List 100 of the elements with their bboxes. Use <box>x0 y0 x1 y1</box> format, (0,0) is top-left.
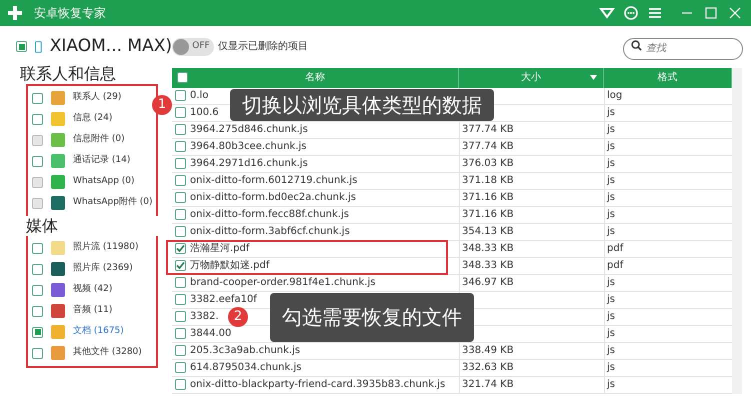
step-number: 1 <box>152 94 172 114</box>
file-size: 371.16 KB <box>462 191 514 205</box>
step-number: 2 <box>228 307 248 327</box>
row-checkbox[interactable] <box>175 362 186 373</box>
row-checkbox[interactable] <box>175 107 186 118</box>
file-name: 205.3c3a9ab.chunk.js <box>190 344 300 358</box>
column-title: 名称 <box>305 71 325 85</box>
window-title: 安卓恢复专家 <box>34 5 106 22</box>
category-checkbox[interactable] <box>32 264 43 274</box>
category-item[interactable]: 通话记录 (14) <box>32 150 152 172</box>
file-name: 614.8795034.chunk.js <box>190 361 302 375</box>
file-format: pdf <box>607 242 624 256</box>
file-size: 371.16 KB <box>462 208 514 222</box>
file-size: 338.49 KB <box>462 344 514 358</box>
category-checkbox[interactable] <box>32 156 43 166</box>
file-format: js <box>607 310 615 324</box>
file-format: js <box>607 174 615 188</box>
toggle-switch[interactable]: OFF <box>172 38 214 56</box>
category-item[interactable]: 文档 (1675) <box>32 322 152 342</box>
file-name: onix-ditto-form.fecc88f.chunk.js <box>190 208 349 222</box>
row-checkbox[interactable] <box>175 243 186 254</box>
select-all-checkbox[interactable] <box>177 72 188 83</box>
file-size: 348.33 KB <box>462 259 514 273</box>
file-name: 3964.275d846.chunk.js <box>190 123 308 137</box>
file-format: pdf <box>607 259 624 273</box>
row-checkbox[interactable] <box>175 158 186 169</box>
close-icon[interactable] <box>727 5 743 21</box>
search-field[interactable]: 查找 <box>623 38 743 60</box>
file-name: 3382. <box>190 310 219 324</box>
category-checkbox[interactable] <box>32 326 43 338</box>
file-name: brand-cooper-order.981f4e1.chunk.js <box>190 276 376 290</box>
row-checkbox[interactable] <box>175 379 186 390</box>
file-format: js <box>607 378 615 392</box>
category-item[interactable]: 音频 (11) <box>32 300 152 322</box>
file-format: js <box>607 140 615 154</box>
row-checkbox[interactable] <box>175 124 186 135</box>
device-name: XIAOM... MAX) <box>50 35 172 58</box>
row-checkbox[interactable] <box>175 260 186 271</box>
row-checkbox[interactable] <box>175 311 186 322</box>
file-name: 浩瀚星河.pdf <box>190 242 250 256</box>
category-item[interactable]: 其他文件 (3280) <box>32 342 152 364</box>
file-format: js <box>607 123 615 137</box>
scroll-bar[interactable] <box>732 68 742 394</box>
file-format: js <box>607 361 615 375</box>
file-size: 354.13 KB <box>462 225 514 239</box>
category-item[interactable]: 照片库 (2369) <box>32 258 152 280</box>
vip-icon[interactable] <box>599 5 615 21</box>
device-checkbox[interactable] <box>16 41 27 52</box>
category-checkbox[interactable] <box>32 348 43 358</box>
category-checkbox[interactable] <box>32 284 43 296</box>
category-item[interactable]: 视频 (42) <box>32 280 152 300</box>
sort-icon <box>590 75 597 80</box>
row-checkbox[interactable] <box>175 226 186 237</box>
file-name: onix-ditto-form.6012719.chunk.js <box>190 174 358 188</box>
file-name: 3382.eefa10f <box>190 293 257 307</box>
file-size: 376.03 KB <box>462 157 514 171</box>
row-checkbox[interactable] <box>175 175 186 186</box>
file-name: onix-ditto-form.3abf6cf.chunk.js <box>190 225 350 239</box>
file-format: js <box>607 327 615 341</box>
row-checkbox[interactable] <box>175 294 186 305</box>
row-checkbox[interactable] <box>175 192 186 203</box>
file-size: 371.18 KB <box>462 174 514 188</box>
section-heading: 联系人和信息 <box>20 64 116 84</box>
row-checkbox[interactable] <box>175 345 186 356</box>
category-item[interactable]: 联系人 (29) <box>32 88 152 108</box>
file-format: js <box>607 293 615 307</box>
file-name: onix-ditto-blackparty-friend-card.3935b83.chunk.js <box>190 378 446 392</box>
file-format: js <box>607 276 615 290</box>
file-name: onix-ditto-form.bd0ec2a.chunk.js <box>190 191 356 205</box>
row-checkbox[interactable] <box>175 141 186 152</box>
row-checkbox[interactable] <box>175 209 186 220</box>
maximize-icon[interactable] <box>703 5 719 21</box>
column-title: 大小 <box>521 70 541 85</box>
menu-icon[interactable] <box>647 5 663 21</box>
file-format: js <box>607 191 615 205</box>
file-name: 3964.80b3cee.chunk.js <box>190 140 307 154</box>
file-size: 346.97 KB <box>462 276 514 290</box>
category-checkbox[interactable] <box>32 114 43 124</box>
category-checkbox[interactable] <box>32 92 43 104</box>
file-name: 0.lo <box>190 89 208 103</box>
chat-icon[interactable] <box>623 5 639 21</box>
category-item[interactable]: 照片流 (11980) <box>32 238 152 258</box>
toggle-label: 仅显示已删除的项目 <box>218 40 308 54</box>
file-format: log <box>607 89 622 103</box>
category-item[interactable]: 信息 (24) <box>32 108 152 130</box>
callout-tooltip: 勾选需要恢复的文件 <box>270 292 474 342</box>
file-size: 321.74 KB <box>462 378 514 392</box>
file-name: 3844.00 <box>190 327 232 341</box>
category-checkbox[interactable] <box>32 306 43 316</box>
logo-icon <box>8 6 22 20</box>
file-format: js <box>607 208 615 222</box>
row-checkbox[interactable] <box>175 277 186 288</box>
callout-tooltip: 切换以浏览具体类型的数据 <box>230 88 494 120</box>
file-format: js <box>607 106 615 120</box>
file-size: 377.74 KB <box>462 140 514 154</box>
row-checkbox[interactable] <box>175 90 186 101</box>
file-format: js <box>607 344 615 358</box>
row-checkbox[interactable] <box>175 328 186 339</box>
category-checkbox[interactable] <box>32 242 43 254</box>
file-size: 377.74 KB <box>462 123 514 137</box>
